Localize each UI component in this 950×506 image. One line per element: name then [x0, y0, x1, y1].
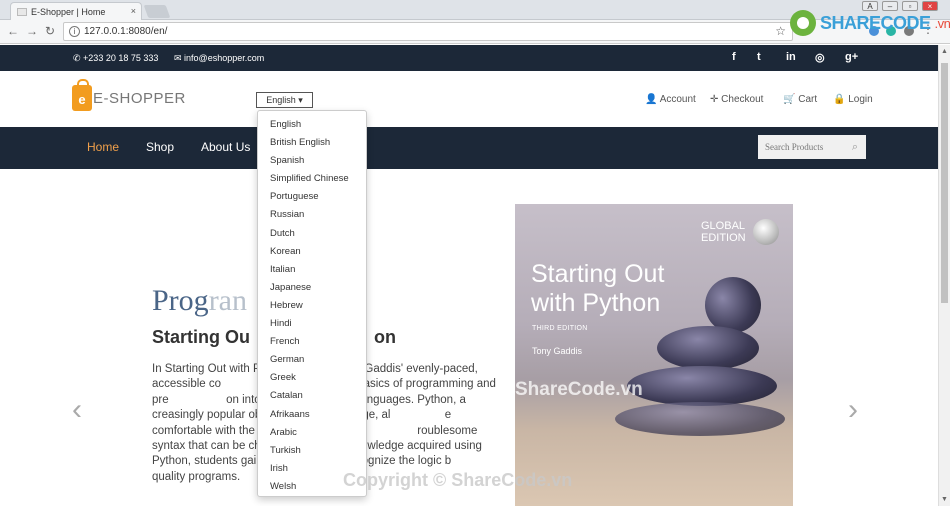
account-link[interactable]: 👤 Account [645, 94, 696, 105]
browser-tab[interactable]: E-Shopper | Home × [10, 2, 142, 20]
book-cover-image: GLOBAL EDITION Starting Out with Python … [515, 204, 793, 506]
scrollbar-thumb[interactable] [941, 63, 948, 303]
scroll-down-icon[interactable]: ▼ [941, 496, 948, 503]
address-bar[interactable]: i 127.0.0.1:8080/en/ ☆ [63, 22, 793, 41]
site-info-icon[interactable]: i [69, 26, 80, 37]
stone-shape [627, 366, 777, 406]
language-option[interactable]: Hindi [258, 315, 366, 333]
scroll-up-icon[interactable]: ▲ [941, 48, 948, 55]
close-tab-icon[interactable]: × [131, 6, 136, 16]
search-input[interactable]: Search Products ⌕ [758, 135, 866, 159]
login-link[interactable]: 🔒 Login [833, 94, 873, 105]
nav-shop[interactable]: Shop [146, 140, 174, 154]
language-option[interactable]: Russian [258, 206, 366, 224]
nav-home[interactable]: Home [87, 140, 119, 154]
site-header: e E-SHOPPER English ▾ 👤 Account ✛ Checko… [0, 71, 938, 127]
language-option[interactable]: Italian [258, 261, 366, 279]
book-edition: THIRD EDITION [532, 325, 588, 332]
stone-shape [615, 402, 785, 436]
edition-badge: GLOBAL EDITION [701, 220, 746, 244]
hero-slider: Progran Starting Ou on In Starting Out wi… [0, 169, 938, 506]
site-logo[interactable]: e E-SHOPPER [72, 79, 186, 111]
language-option[interactable]: Simplified Chinese [258, 170, 366, 188]
language-option[interactable]: Arabic [258, 424, 366, 442]
slide-title: Progran [152, 284, 247, 317]
language-dropdown-menu: English British English Spanish Simplifi… [257, 110, 367, 497]
phone-contact: ✆ +233 20 18 75 333 [73, 53, 159, 63]
nav-about-us[interactable]: About Us [201, 140, 250, 154]
language-option[interactable]: Dutch [258, 225, 366, 243]
language-option[interactable]: English [258, 116, 366, 134]
google-plus-icon[interactable]: g+ [845, 51, 858, 63]
new-tab-button[interactable] [143, 5, 171, 18]
forward-icon[interactable]: → [26, 24, 38, 38]
language-option[interactable]: Greek [258, 369, 366, 387]
bookmark-star-icon[interactable]: ☆ [775, 23, 786, 40]
sharecode-watermark-logo: SHARECODE .vn [790, 10, 950, 36]
tab-title: E-Shopper | Home [31, 6, 106, 17]
email-contact: ✉ info@eshopper.com [174, 53, 265, 63]
cart-link[interactable]: 🛒 Cart [783, 94, 817, 105]
language-option[interactable]: Japanese [258, 279, 366, 297]
search-icon[interactable]: ⌕ [852, 135, 858, 159]
facebook-icon[interactable]: f [732, 51, 736, 63]
copyright-watermark: Copyright © ShareCode.vn [343, 470, 573, 490]
language-option[interactable]: Portuguese [258, 188, 366, 206]
book-author: Tony Gaddis [532, 346, 583, 356]
book-title: Starting Out with Python [531, 260, 665, 317]
globe-icon [753, 219, 779, 245]
language-option[interactable]: Hebrew [258, 297, 366, 315]
language-option[interactable]: German [258, 351, 366, 369]
shopping-bag-icon: e [72, 79, 92, 111]
back-icon[interactable]: ← [7, 24, 19, 38]
language-option[interactable]: British English [258, 134, 366, 152]
language-option[interactable]: Korean [258, 243, 366, 261]
checkout-link[interactable]: ✛ Checkout [710, 94, 763, 105]
contact-topbar: ✆ +233 20 18 75 333 ✉ info@eshopper.com … [0, 45, 938, 71]
page-scrollbar[interactable]: ▲ ▼ [938, 45, 950, 506]
main-navbar: Home Shop About Us Search Products ⌕ [0, 127, 938, 169]
stone-shape [657, 326, 759, 370]
dribbble-icon[interactable]: ◎ [815, 51, 825, 64]
slider-next-arrow[interactable]: › [848, 393, 858, 427]
favicon-icon [17, 7, 27, 16]
language-option[interactable]: Spanish [258, 152, 366, 170]
linkedin-icon[interactable]: in [786, 51, 796, 63]
url-text: 127.0.0.1:8080/en/ [84, 26, 168, 37]
twitter-icon[interactable]: t [757, 51, 761, 63]
watermark-overlay: ShareCode.vn [515, 379, 643, 400]
reload-icon[interactable]: ↻ [45, 24, 55, 38]
sharecode-logo-icon [790, 10, 816, 36]
language-option[interactable]: Turkish [258, 442, 366, 460]
language-option[interactable]: French [258, 333, 366, 351]
slider-prev-arrow[interactable]: ‹ [72, 393, 82, 427]
language-option[interactable]: Afrikaans [258, 406, 366, 424]
language-dropdown-button[interactable]: English ▾ [256, 92, 313, 108]
language-option[interactable]: Catalan [258, 387, 366, 405]
